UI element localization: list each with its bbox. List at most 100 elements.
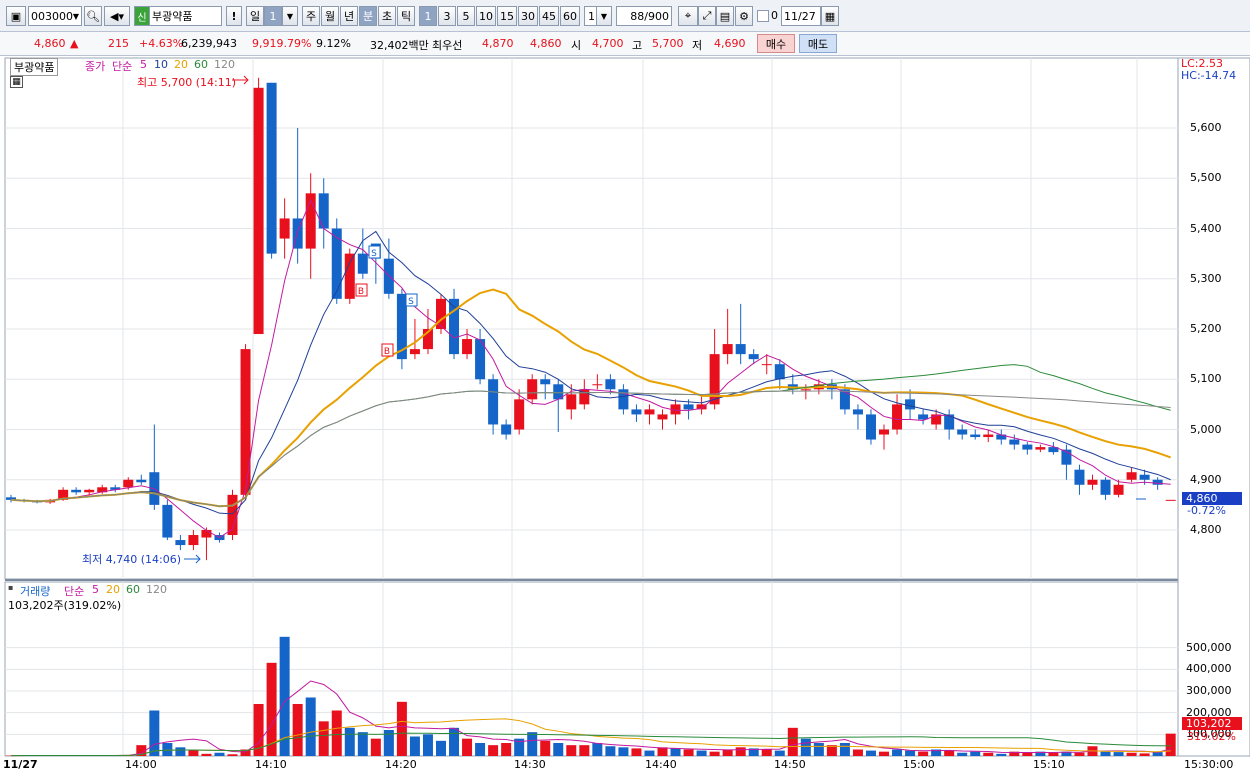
interval-button-15[interactable]: 15 [497, 6, 517, 26]
candle-body [605, 379, 615, 389]
candle-body [162, 505, 172, 538]
stock-name-field[interactable]: 부광약품 [150, 6, 222, 26]
interval-button-1[interactable]: 1 [419, 6, 437, 26]
interval-button-45[interactable]: 45 [539, 6, 559, 26]
candle-body [358, 254, 368, 274]
period-dropdown-icon[interactable]: ▼ [282, 6, 298, 26]
candle-body [201, 530, 211, 538]
period-week-button[interactable]: 주 [302, 6, 320, 26]
volume-bar [371, 739, 381, 756]
candle-body [983, 435, 993, 438]
price-tick-label: 5,600 [1190, 121, 1222, 134]
interval-button-30[interactable]: 30 [518, 6, 538, 26]
volume-bar [358, 732, 368, 756]
option-checkbox[interactable] [757, 10, 769, 22]
candle-body [1074, 470, 1084, 485]
crosshair-icon[interactable]: ⌖ [678, 6, 698, 26]
candle-body [71, 490, 81, 493]
time-tick-label: 14:00 [125, 758, 157, 771]
volume-bar [671, 748, 681, 756]
candle-body [1114, 485, 1124, 495]
stock-code-input[interactable]: 003000▼ [28, 6, 82, 26]
volume-bar [175, 747, 185, 756]
candle-body [970, 435, 980, 438]
high-annotation: 최고 5,700 (14:11) [137, 74, 236, 90]
sell-button[interactable]: 매도 [799, 34, 837, 53]
low-price: 4,690 [714, 37, 746, 50]
volume-bar [332, 710, 342, 756]
interval-button-5[interactable]: 5 [457, 6, 475, 26]
count-total: /900 [644, 10, 669, 23]
speaker-icon[interactable]: ◀▾ [104, 6, 130, 26]
candle-body [1101, 480, 1111, 495]
period-second-button[interactable]: 초 [378, 6, 396, 26]
volume-bar [697, 751, 707, 756]
volume-bar [566, 745, 576, 756]
volume-value: 6,239,943 [181, 37, 237, 50]
search-icon[interactable]: 🔍︎ [84, 6, 102, 26]
candle-body [501, 424, 511, 434]
volume-bar [944, 751, 954, 756]
candle-body [1022, 445, 1032, 450]
chart-svg[interactable]: BSBS [0, 56, 1250, 775]
volume-bar [228, 754, 238, 756]
period-tick-button[interactable]: 틱 [397, 6, 415, 26]
volume-bar [488, 745, 498, 756]
calendar-icon[interactable]: ▦ [821, 6, 839, 26]
period-value-button[interactable]: 1 [264, 6, 282, 26]
date-input[interactable]: 11/27 [781, 6, 821, 26]
candle-body [254, 88, 264, 334]
volume-bar [905, 751, 915, 756]
candle-body [410, 349, 420, 354]
ma5-legend: 5 [140, 58, 147, 71]
candle-body [853, 409, 863, 414]
candle-body [1035, 447, 1045, 450]
volume-bar [436, 741, 446, 756]
period-month-button[interactable]: 월 [321, 6, 339, 26]
volume-bar [1114, 752, 1124, 756]
volume-bar [319, 721, 329, 756]
price-legend-name[interactable]: 부광약품 [10, 58, 58, 76]
volume-bar [892, 749, 902, 756]
interval-dropdown-icon[interactable]: ▼ [596, 6, 612, 26]
candle-body [462, 339, 472, 354]
table-toggle-icon[interactable]: ▦ [10, 76, 23, 88]
chart-type-icon[interactable]: ⤢ [698, 6, 716, 26]
price-tick-label: 5,500 [1190, 171, 1222, 184]
period-year-button[interactable]: 년 [340, 6, 358, 26]
candle-body [1009, 440, 1019, 445]
interval-button-10[interactable]: 10 [476, 6, 496, 26]
warning-button[interactable]: ! [226, 6, 242, 26]
price-tick-label: 5,300 [1190, 272, 1222, 285]
time-tick-label: 15:30:00 [1184, 758, 1233, 771]
volume-bar [1166, 734, 1176, 756]
hc-label: HC:-14.74 [1181, 69, 1236, 82]
best-label: 최우선 [432, 37, 462, 53]
gear-icon[interactable]: ⚙ [735, 6, 753, 26]
period-day-button[interactable]: 일 [246, 6, 264, 26]
volume-bar [214, 753, 224, 756]
chart-area[interactable]: BSBS 부광약품 종가 단순 5 10 20 60 120 ▦ 최고 5,70… [0, 56, 1250, 775]
window-icon[interactable]: ▣ [6, 6, 26, 26]
buy-button[interactable]: 매수 [757, 34, 795, 53]
volume-bar [788, 728, 798, 756]
low-label: 저 [692, 37, 702, 53]
time-tick-label: 14:40 [645, 758, 677, 771]
candle-body [136, 480, 146, 483]
period-minute-button[interactable]: 분 [359, 6, 377, 26]
code-dropdown-icon[interactable]: ▼ [73, 12, 79, 21]
interval-button-3[interactable]: 3 [438, 6, 456, 26]
interval-button-60[interactable]: 60 [560, 6, 580, 26]
volume-tick-label: 300,000 [1186, 684, 1232, 697]
candle-body [762, 364, 772, 365]
candle-body [436, 299, 446, 329]
candle-body [658, 414, 668, 419]
volume-bar [149, 710, 159, 756]
trade-amount: 32,402백만 [370, 37, 429, 53]
count-field[interactable]: 88/900 [616, 6, 672, 26]
quote-bar: 4,860 ▲ 215 +4.63% 6,239,943 9,919.79% 9… [0, 32, 1250, 56]
checkbox-label: 0 [771, 9, 778, 22]
candle-body [736, 344, 746, 354]
save-icon[interactable]: ▤ [716, 6, 734, 26]
ma120-legend: 120 [214, 58, 235, 71]
